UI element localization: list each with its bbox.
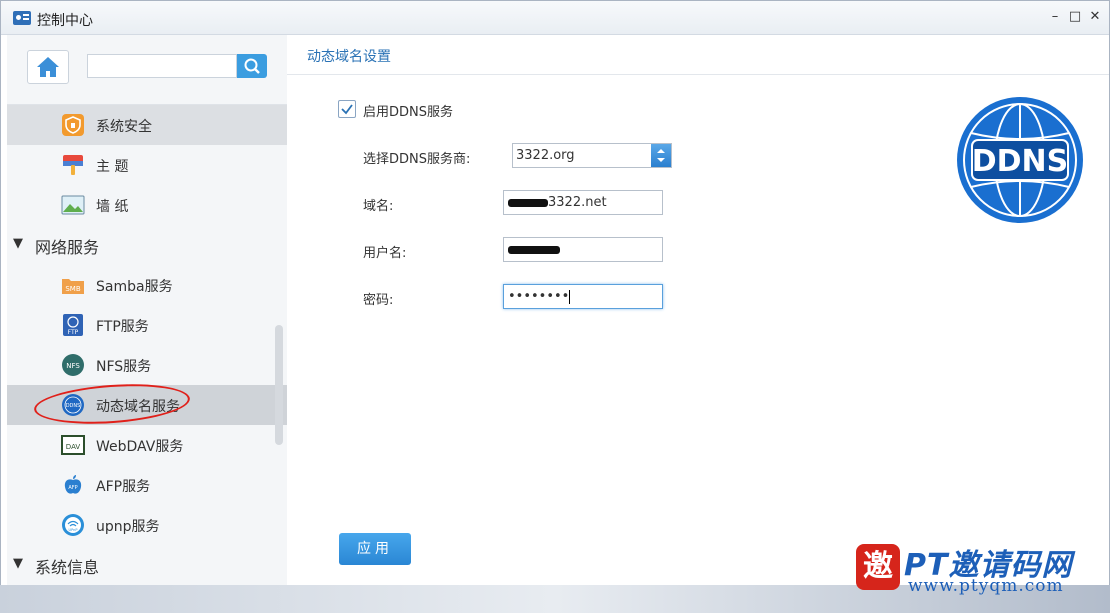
badge-text: DAV <box>66 443 81 451</box>
domain-input[interactable]: 3322.net <box>503 190 663 215</box>
control-center-window: 控制中心 – □ ✕ 系统安全 主 题 墙 纸 ▼ 网络服务 SMB Samba… <box>0 0 1110 600</box>
theme-icon <box>63 155 83 175</box>
sidebar-item-label: FTP服务 <box>96 319 149 335</box>
close-button[interactable]: ✕ <box>1087 9 1103 25</box>
sidebar-item-wallpaper[interactable]: 墙 纸 <box>7 185 287 225</box>
group-label: 系统信息 <box>35 558 100 577</box>
group-system-info[interactable]: ▼ 系统信息 <box>7 545 287 585</box>
domain-label: 域名: <box>363 199 394 214</box>
sidebar-item-nfs[interactable]: NFS NFS服务 <box>7 345 287 385</box>
enable-ddns-checkbox[interactable] <box>338 100 356 118</box>
badge-text: FTP <box>68 329 79 336</box>
expand-arrow-icon: ▼ <box>13 556 23 571</box>
badge-text: AFP <box>68 485 77 491</box>
ddns-settings-panel: 动态域名设置 启用DDNS服务 选择DDNS服务商: 3322.org 域名: … <box>287 35 1109 586</box>
provider-value: 3322.org <box>516 148 575 163</box>
wallpaper-icon <box>61 195 85 215</box>
search-button[interactable] <box>237 54 267 78</box>
sidebar-scrollbar[interactable] <box>275 325 283 445</box>
webdav-icon: DAV <box>61 435 85 455</box>
content-header: 动态域名设置 <box>287 35 1109 75</box>
watermark-url: www.ptyqm.com <box>908 576 1064 596</box>
site-watermark: 邀 PT邀请码网 www.ptyqm.com <box>852 540 1102 600</box>
nfs-icon: NFS <box>62 354 84 376</box>
username-label: 用户名: <box>363 246 407 261</box>
username-input[interactable] <box>503 237 663 262</box>
control-center-icon <box>13 11 31 25</box>
ddns-logo-icon: DDNS <box>957 97 1083 223</box>
sidebar-item-label: NFS服务 <box>96 359 152 375</box>
afp-icon: AFP <box>64 475 82 494</box>
home-button[interactable] <box>27 50 69 84</box>
watermark-seal: 邀 <box>856 544 900 590</box>
badge-text: UPnP <box>69 528 78 532</box>
domain-value: 3322.net <box>548 195 607 210</box>
upnp-icon: UPnP <box>62 514 84 536</box>
ftp-icon: FTP <box>63 314 83 336</box>
redaction <box>508 245 560 254</box>
expand-arrow-icon: ▼ <box>13 236 23 251</box>
enable-ddns-label: 启用DDNS服务 <box>363 105 453 120</box>
select-arrows-icon <box>651 144 671 167</box>
provider-label: 选择DDNS服务商: <box>363 152 471 167</box>
sidebar-item-label: 系统安全 <box>96 119 152 135</box>
maximize-button[interactable]: □ <box>1067 9 1083 25</box>
sidebar-item-label: Samba服务 <box>96 279 173 295</box>
sidebar-item-upnp[interactable]: UPnP upnp服务 <box>7 505 287 545</box>
samba-icon: SMB <box>62 279 84 294</box>
sidebar-item-label: AFP服务 <box>96 479 151 495</box>
window-title: 控制中心 <box>37 13 93 29</box>
sidebar-item-afp[interactable]: AFP AFP服务 <box>7 465 287 505</box>
badge-text: NFS <box>66 362 80 370</box>
checkmark-icon <box>341 104 353 115</box>
logo-text: DDNS <box>972 144 1069 179</box>
group-label: 网络服务 <box>35 238 100 257</box>
page-title: 动态域名设置 <box>307 49 391 65</box>
shield-icon <box>62 114 84 136</box>
sidebar-item-theme[interactable]: 主 题 <box>7 145 287 185</box>
sidebar-item-security[interactable]: 系统安全 <box>7 105 287 145</box>
password-label: 密码: <box>363 293 394 308</box>
sidebar-item-label: WebDAV服务 <box>96 439 184 455</box>
title-bar: 控制中心 – □ ✕ <box>1 1 1109 35</box>
sidebar-search-row <box>7 35 287 105</box>
redaction <box>508 198 548 207</box>
home-icon <box>37 57 59 77</box>
sidebar-item-samba[interactable]: SMB Samba服务 <box>7 265 287 305</box>
sidebar-item-label: upnp服务 <box>96 519 160 535</box>
badge-text: SMB <box>65 285 80 293</box>
sidebar-item-ftp[interactable]: FTP FTP服务 <box>7 305 287 345</box>
search-icon <box>244 58 260 74</box>
provider-select[interactable]: 3322.org <box>512 143 672 168</box>
sidebar-nav: 系统安全 主 题 墙 纸 ▼ 网络服务 SMB Samba服务 FTP FTP服… <box>7 105 287 585</box>
group-network-services[interactable]: ▼ 网络服务 <box>7 225 287 265</box>
minimize-button[interactable]: – <box>1047 9 1063 25</box>
sidebar-item-label: 墙 纸 <box>96 199 129 215</box>
sidebar-item-label: 主 题 <box>96 159 129 175</box>
apply-button[interactable]: 应用 <box>339 533 411 565</box>
search-input[interactable] <box>87 54 237 78</box>
password-value: •••••••• <box>508 289 570 304</box>
password-input[interactable]: •••••••• <box>503 284 663 309</box>
sidebar: 系统安全 主 题 墙 纸 ▼ 网络服务 SMB Samba服务 FTP FTP服… <box>7 35 287 586</box>
sidebar-item-webdav[interactable]: DAV WebDAV服务 <box>7 425 287 465</box>
